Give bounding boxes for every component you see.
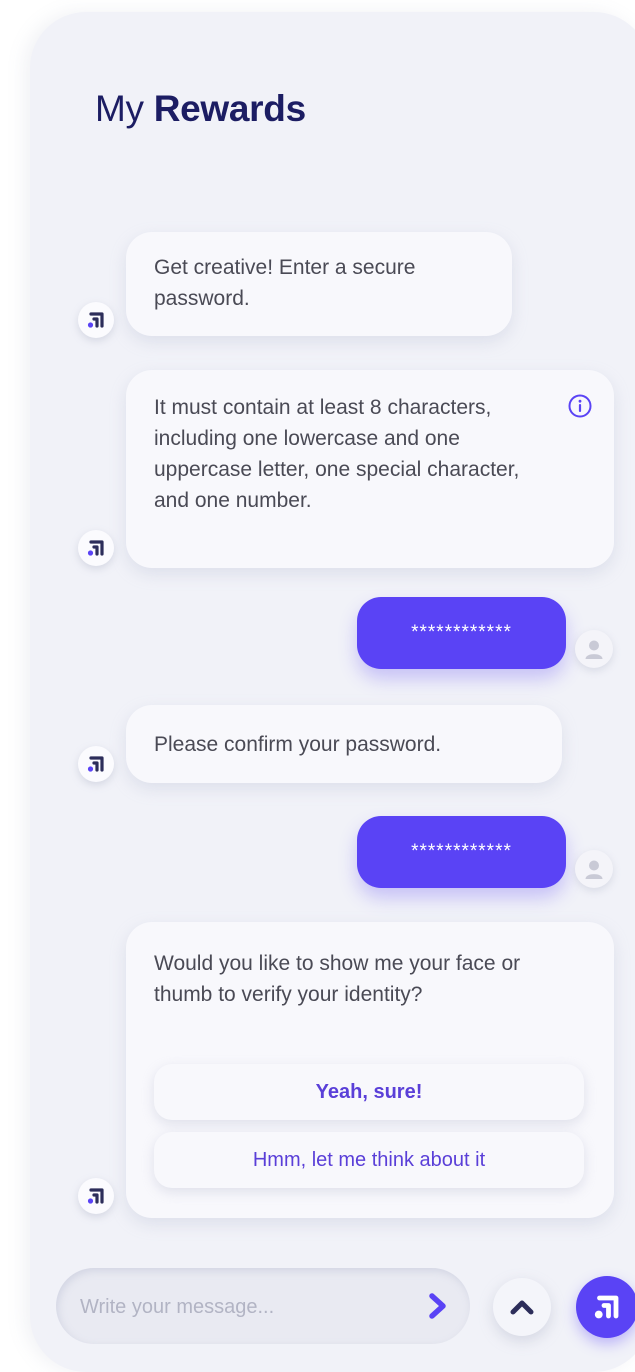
brand-logo-icon [87,756,104,772]
bot-message-text: Would you like to show me your face or t… [154,952,521,1006]
user-message: ************ [357,816,566,888]
bot-avatar [78,530,114,566]
bot-message: Would you like to show me your face or t… [126,922,614,1218]
brand-logo-icon [87,1188,104,1204]
bot-message: Please confirm your password. [126,705,562,783]
brand-logo-icon [594,1295,619,1319]
bot-message-text: Please confirm your password. [154,733,442,756]
think-option-label: Hmm, let me think about it [252,1148,486,1171]
page-title: My Rewards [95,88,306,130]
think-option-button[interactable]: Hmm, let me think about it [154,1132,584,1188]
bot-avatar [78,1178,114,1214]
chevron-up-icon [510,1300,534,1315]
info-icon[interactable] [568,394,592,418]
brand-logo-icon [87,312,104,328]
bot-avatar [78,302,114,338]
user-message: ************ [357,597,566,669]
message-input[interactable] [78,1268,412,1346]
bot-message-text: Get creative! Enter a secure password. [154,256,416,310]
yes-option-label: Yeah, sure! [315,1080,423,1103]
brand-assistant-button[interactable] [576,1276,635,1338]
brand-logo-icon [87,540,104,556]
bot-avatar [78,746,114,782]
user-message-text: ************ [411,841,512,862]
bot-message: It must contain at least 8 characters, i… [126,370,614,568]
bot-message-text: It must contain at least 8 characters, i… [154,396,520,512]
title-bold: Rewards [153,88,306,129]
user-avatar [575,630,613,668]
bot-message: Get creative! Enter a secure password. [126,232,512,336]
send-button[interactable] [418,1286,458,1326]
user-message-text: ************ [411,622,512,643]
user-icon [585,860,603,879]
user-avatar [575,850,613,888]
scroll-up-button[interactable] [493,1278,551,1336]
title-prefix: My [95,88,144,129]
user-icon [585,640,603,659]
yes-option-button[interactable]: Yeah, sure! [154,1064,584,1120]
chevron-right-icon [429,1293,446,1319]
message-composer [56,1268,470,1346]
